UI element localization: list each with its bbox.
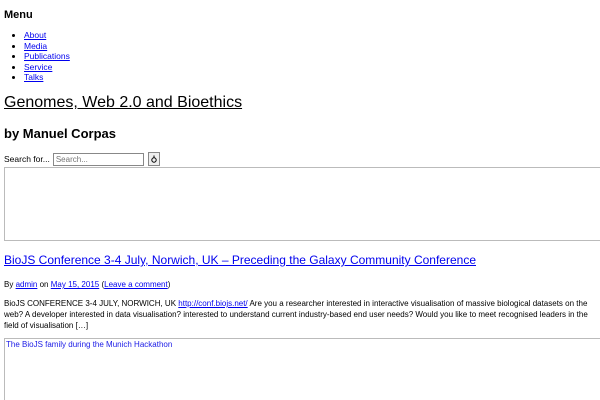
search-form: Search for... xyxy=(4,152,160,166)
menu-link-publications[interactable]: Publications xyxy=(24,51,70,61)
post-meta: By admin on May 15, 2015 (Leave a commen… xyxy=(4,280,170,289)
site-author-line: by Manuel Corpas xyxy=(4,126,116,141)
search-label: Search for... xyxy=(4,154,50,164)
leave-comment-link[interactable]: Leave a comment xyxy=(104,280,168,289)
menu-item-about: About xyxy=(24,30,70,41)
post-title-link[interactable]: BioJS Conference 3-4 July, Norwich, UK –… xyxy=(4,253,476,267)
comment-close-paren: ) xyxy=(167,280,171,289)
main-menu: About Media Publications Service Talks xyxy=(10,30,70,83)
site-title-link[interactable]: Genomes, Web 2.0 and Bioethics xyxy=(4,94,242,111)
menu-item-talks: Talks xyxy=(24,72,70,83)
post-excerpt: BioJS CONFERENCE 3-4 JULY, NORWICH, UK h… xyxy=(4,298,600,331)
excerpt-intro: BioJS CONFERENCE 3-4 JULY, NORWICH, UK xyxy=(4,299,177,308)
search-button[interactable] xyxy=(147,152,160,166)
post-figure: The BioJS family during the Munich Hacka… xyxy=(4,338,600,400)
menu-item-publications: Publications xyxy=(24,51,70,62)
conference-url-link[interactable]: http://conf.biojs.net/ xyxy=(178,299,247,308)
menu-link-talks[interactable]: Talks xyxy=(24,72,43,82)
post-author-link[interactable]: admin xyxy=(16,280,38,289)
site-title: Genomes, Web 2.0 and Bioethics xyxy=(4,94,242,112)
post-date-link[interactable]: May 15, 2015 xyxy=(51,280,99,289)
search-icon xyxy=(151,155,157,163)
header-image xyxy=(4,167,600,241)
menu-link-media[interactable]: Media xyxy=(24,41,47,51)
menu-link-service[interactable]: Service xyxy=(24,62,52,72)
menu-item-service: Service xyxy=(24,62,70,73)
search-input[interactable] xyxy=(52,152,144,166)
post-meta-on: on xyxy=(39,280,49,289)
post-meta-by: By xyxy=(4,280,14,289)
menu-item-media: Media xyxy=(24,41,70,52)
figure-caption: The BioJS family during the Munich Hacka… xyxy=(6,340,173,349)
menu-heading: Menu xyxy=(4,9,33,21)
menu-link-about[interactable]: About xyxy=(24,30,46,40)
post-title: BioJS Conference 3-4 July, Norwich, UK –… xyxy=(4,253,476,267)
